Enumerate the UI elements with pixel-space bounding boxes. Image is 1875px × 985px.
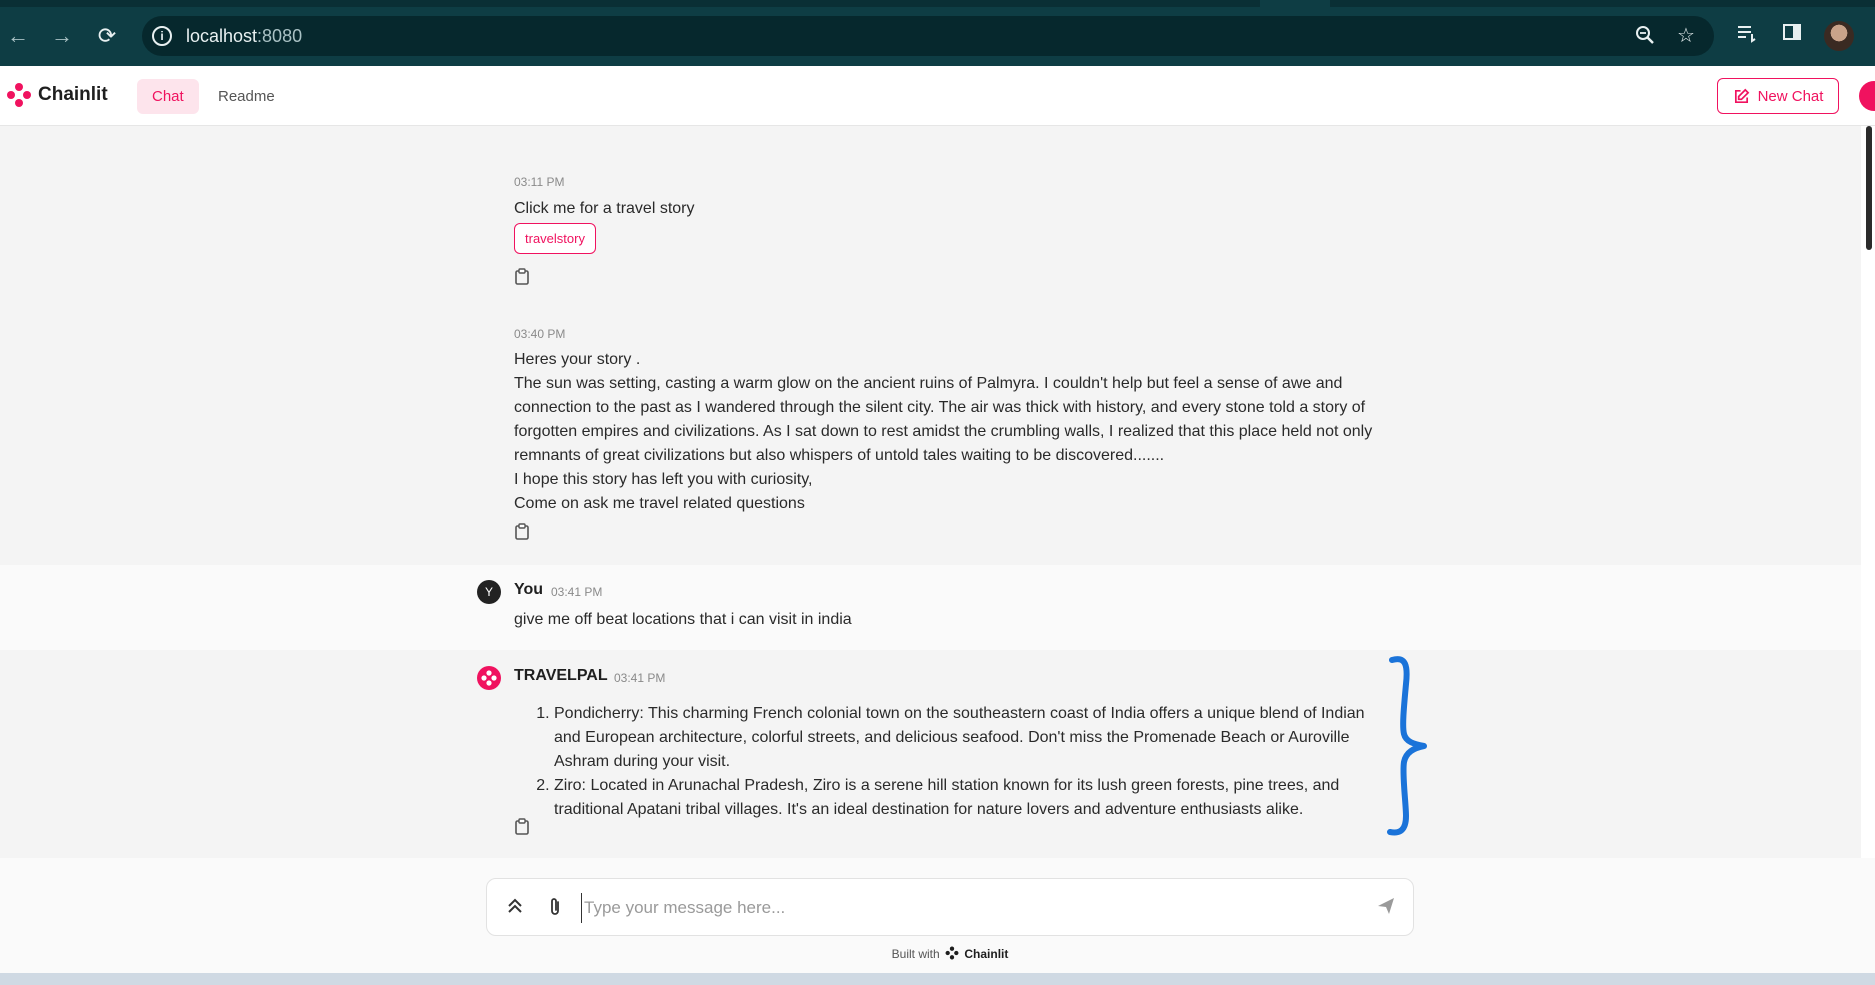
built-with-brand[interactable]: Chainlit xyxy=(964,947,1008,961)
taskbar-strip xyxy=(0,973,1875,985)
message-travelstory-prompt: 03:11 PM Click me for a travel story tra… xyxy=(0,127,1861,285)
send-icon[interactable] xyxy=(1374,896,1398,920)
reading-list-icon[interactable] xyxy=(1733,22,1761,50)
profile-avatar[interactable] xyxy=(1824,21,1854,51)
message-time: 03:40 PM xyxy=(514,327,566,341)
url-host: localhost xyxy=(186,26,258,46)
chainlit-logo-icon xyxy=(7,83,31,107)
message-time: 03:41 PM xyxy=(551,585,603,599)
browser-tab[interactable] xyxy=(1260,0,1330,7)
message-text: give me off beat locations that i can vi… xyxy=(514,611,852,628)
story-line: I hope this story has left you with curi… xyxy=(514,471,813,488)
scrollbar-thumb[interactable] xyxy=(1866,126,1872,250)
list-item: Ziro: Located in Arunachal Pradesh, Ziro… xyxy=(554,774,1394,822)
travelstory-action-button[interactable]: travelstory xyxy=(514,223,596,254)
message-story: 03:40 PM Heres your story . The sun was … xyxy=(0,277,1861,540)
reload-icon[interactable]: ⟳ xyxy=(93,22,121,50)
brace-annotation xyxy=(1387,656,1427,836)
story-text: Heres your story . The sun was setting, … xyxy=(514,348,1404,516)
story-line: Come on ask me travel related questions xyxy=(514,495,805,512)
tab-chat[interactable]: Chat xyxy=(137,79,199,114)
message-author: You xyxy=(514,581,544,598)
copy-icon[interactable] xyxy=(514,818,530,836)
back-arrow-icon[interactable]: ← xyxy=(4,22,32,50)
message-time: 03:41 PM xyxy=(614,671,666,685)
browser-toolbar: ← → ⟳ i localhost:8080 ☆ xyxy=(0,0,1875,66)
new-chat-label: New Chat xyxy=(1757,87,1824,105)
copy-icon[interactable] xyxy=(514,523,530,541)
zoom-icon[interactable] xyxy=(1633,24,1657,48)
message-composer xyxy=(486,878,1414,936)
forward-arrow-icon[interactable]: → xyxy=(48,22,76,50)
built-with-text: Built with xyxy=(891,947,940,961)
message-time: 03:11 PM xyxy=(514,175,565,189)
bookmark-star-icon[interactable]: ☆ xyxy=(1674,24,1698,48)
new-chat-button[interactable]: New Chat xyxy=(1717,78,1839,114)
message-input[interactable] xyxy=(581,893,1341,923)
message-assistant: TRAVELPAL 03:41 PM Pondicherry: This cha… xyxy=(0,650,1861,858)
chainlit-small-logo-icon xyxy=(945,946,959,960)
tab-strip xyxy=(0,0,1875,7)
chevrons-up-icon[interactable] xyxy=(503,896,527,920)
paperclip-icon[interactable] xyxy=(543,896,567,920)
story-line: Heres your story . xyxy=(514,351,641,368)
address-bar[interactable]: i localhost:8080 ☆ xyxy=(142,16,1714,56)
message-text: Click me for a travel story xyxy=(514,200,695,217)
chainlit-logo[interactable]: Chainlit xyxy=(6,82,108,108)
message-author: TRAVELPAL xyxy=(514,667,608,684)
app-header: Chainlit Chat Readme New Chat xyxy=(0,66,1875,126)
message-user: Y You 03:41 PM give me off beat location… xyxy=(0,565,1861,650)
composer-area: Built with Chainlit xyxy=(0,858,1875,973)
assistant-avatar-icon xyxy=(477,666,501,690)
side-panel-icon[interactable] xyxy=(1778,22,1806,50)
url-port: :8080 xyxy=(257,26,303,46)
list-item: Pondicherry: This charming French coloni… xyxy=(554,702,1394,774)
chat-messages: 03:11 PM Click me for a travel story tra… xyxy=(0,127,1861,858)
story-paragraph: The sun was setting, casting a warm glow… xyxy=(514,375,1373,464)
edit-icon xyxy=(1734,88,1749,103)
url-text[interactable]: localhost:8080 xyxy=(186,26,302,47)
app-name: Chainlit xyxy=(38,84,108,105)
built-with-footer: Built with Chainlit xyxy=(0,946,1875,961)
locations-list: Pondicherry: This charming French coloni… xyxy=(514,702,1394,822)
user-avatar-icon: Y xyxy=(477,580,501,604)
user-avatar[interactable] xyxy=(1859,81,1875,111)
site-info-icon[interactable]: i xyxy=(152,26,172,46)
tab-readme[interactable]: Readme xyxy=(203,79,290,114)
